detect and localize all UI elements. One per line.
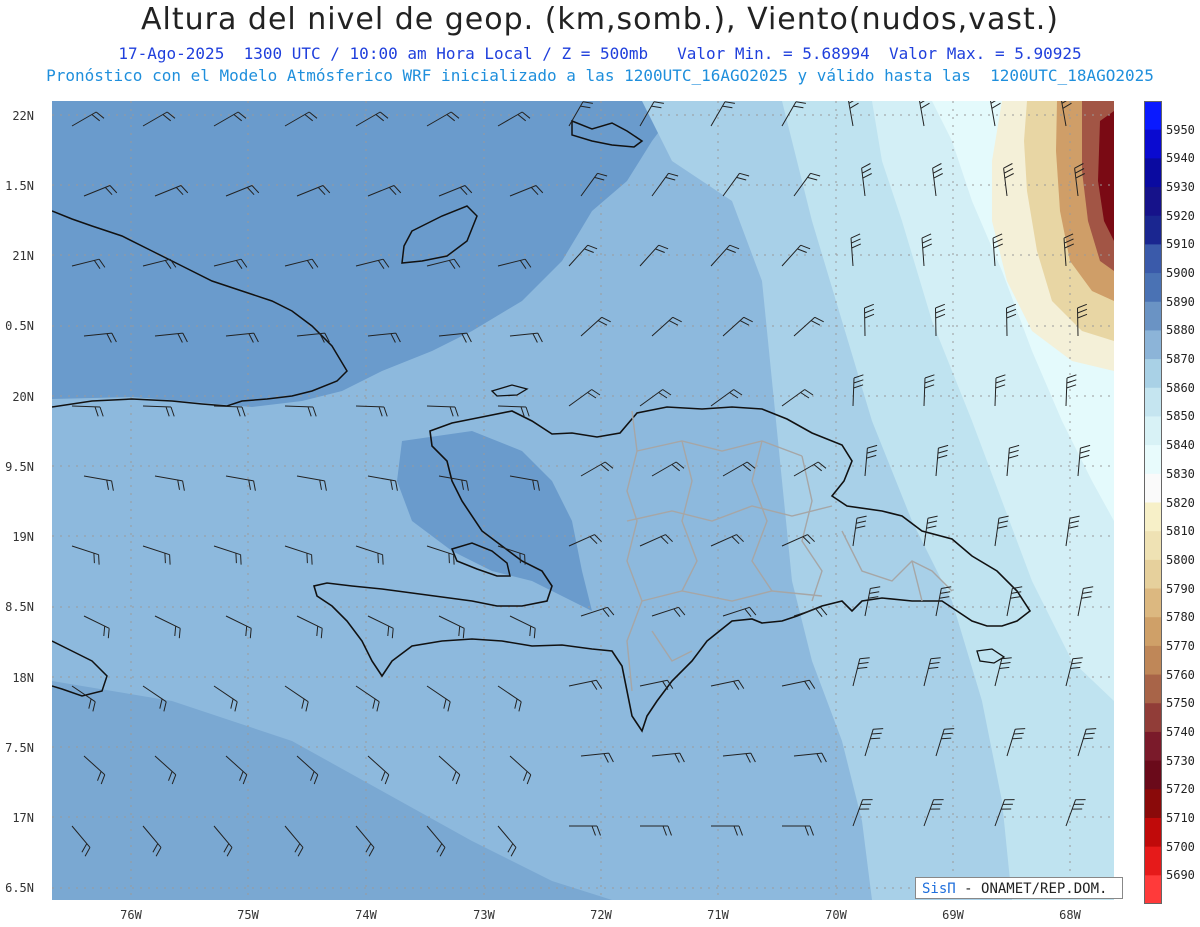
colorbar-swatch: [1144, 129, 1162, 159]
subtitle-model-info: Pronóstico con el Modelo Atmósferico WRF…: [46, 66, 1154, 85]
colorbar-swatch: [1144, 273, 1162, 303]
colorbar-swatch: [1144, 817, 1162, 848]
colorbar-swatch: [1144, 301, 1162, 331]
credit-brand: SisΠ: [922, 881, 956, 897]
colorbar-swatch: [1144, 473, 1162, 503]
colorbar-level-label: 5770: [1166, 638, 1195, 653]
colorbar-level-label: 5880: [1166, 323, 1195, 338]
colorbar-swatch: [1144, 617, 1162, 647]
colorbar-level-label: 5930: [1166, 180, 1195, 195]
colorbar-level-label: 5890: [1166, 294, 1195, 309]
colorbar-swatch: [1144, 731, 1162, 762]
colorbar-level-label: 5790: [1166, 581, 1195, 596]
y-tick-label: 6.5N: [5, 881, 34, 895]
x-tick-label: 75W: [237, 908, 259, 922]
y-tick-label: 21N: [12, 249, 34, 263]
colorbar-swatch: [1144, 846, 1162, 876]
colorbar-swatch: [1144, 703, 1162, 733]
y-tick-label: 18N: [12, 671, 34, 685]
colorbar-level-label: 5840: [1166, 438, 1195, 453]
y-tick-label: 0.5N: [5, 319, 34, 333]
y-tick-label: 19N: [12, 530, 34, 544]
colorbar-swatch: [1144, 789, 1162, 819]
x-tick-label: 69W: [942, 908, 964, 922]
y-tick-label: 1.5N: [5, 179, 34, 193]
colorbar-level-label: 5910: [1166, 237, 1195, 252]
colorbar-swatch: [1144, 330, 1162, 360]
x-tick-label: 68W: [1059, 908, 1081, 922]
colorbar: [1144, 101, 1162, 904]
colorbar-swatch: [1144, 502, 1162, 532]
colorbar-swatch: [1144, 588, 1162, 618]
colorbar-level-label: 5720: [1166, 782, 1195, 797]
colorbar-swatch: [1144, 875, 1162, 904]
colorbar-swatch: [1144, 760, 1162, 790]
colorbar-swatch: [1144, 101, 1162, 131]
colorbar-swatch: [1144, 674, 1162, 704]
colorbar-swatch: [1144, 244, 1162, 274]
colorbar-level-label: 5820: [1166, 495, 1195, 510]
colorbar-level-label: 5950: [1166, 122, 1195, 137]
y-tick-label: 20N: [12, 390, 34, 404]
colorbar-level-label: 5710: [1166, 810, 1195, 825]
x-tick-label: 76W: [120, 908, 142, 922]
colorbar-swatch: [1144, 531, 1162, 561]
colorbar-level-label: 5870: [1166, 352, 1195, 367]
colorbar-swatch: [1144, 416, 1162, 446]
colorbar-level-label: 5700: [1166, 839, 1195, 854]
x-tick-label: 73W: [473, 908, 495, 922]
colorbar-level-label: 5740: [1166, 724, 1195, 739]
subtitle-time-info: 17-Ago-2025 1300 UTC / 10:00 am Hora Loc…: [118, 44, 1082, 63]
x-tick-label: 71W: [707, 908, 729, 922]
colorbar-swatch: [1144, 559, 1162, 590]
credit-box: SisΠ - ONAMET/REP.DOM.: [915, 877, 1123, 899]
x-tick-label: 72W: [590, 908, 612, 922]
x-tick-label: 74W: [355, 908, 377, 922]
colorbar-level-label: 5730: [1166, 753, 1195, 768]
colorbar-level-label: 5920: [1166, 208, 1195, 223]
y-tick-label: 9.5N: [5, 460, 34, 474]
colorbar-level-label: 5830: [1166, 466, 1195, 481]
colorbar-level-label: 5800: [1166, 552, 1195, 567]
x-tick-label: 70W: [825, 908, 847, 922]
y-tick-label: 17N: [12, 811, 34, 825]
colorbar-swatch: [1144, 187, 1162, 217]
colorbar-level-label: 5900: [1166, 266, 1195, 281]
colorbar-level-label: 5750: [1166, 696, 1195, 711]
colorbar-level-label: 5760: [1166, 667, 1195, 682]
y-tick-label: 8.5N: [5, 600, 34, 614]
colorbar-swatch: [1144, 645, 1162, 676]
colorbar-swatch: [1144, 359, 1162, 389]
geopotential-map[interactable]: [52, 101, 1114, 900]
colorbar-swatch: [1144, 158, 1162, 188]
colorbar-level-label: 5690: [1166, 868, 1195, 883]
chart-title: Altura del nivel de geop. (km,somb.), Vi…: [141, 2, 1059, 37]
colorbar-level-label: 5850: [1166, 409, 1195, 424]
colorbar-level-label: 5810: [1166, 524, 1195, 539]
colorbar-swatch: [1144, 387, 1162, 417]
colorbar-swatch: [1144, 215, 1162, 245]
colorbar-level-label: 5940: [1166, 151, 1195, 166]
colorbar-swatch: [1144, 445, 1162, 475]
y-tick-label: 22N: [12, 109, 34, 123]
colorbar-level-label: 5860: [1166, 380, 1195, 395]
colorbar-level-label: 5780: [1166, 610, 1195, 625]
y-tick-label: 7.5N: [5, 741, 34, 755]
credit-text: - ONAMET/REP.DOM.: [964, 881, 1108, 897]
